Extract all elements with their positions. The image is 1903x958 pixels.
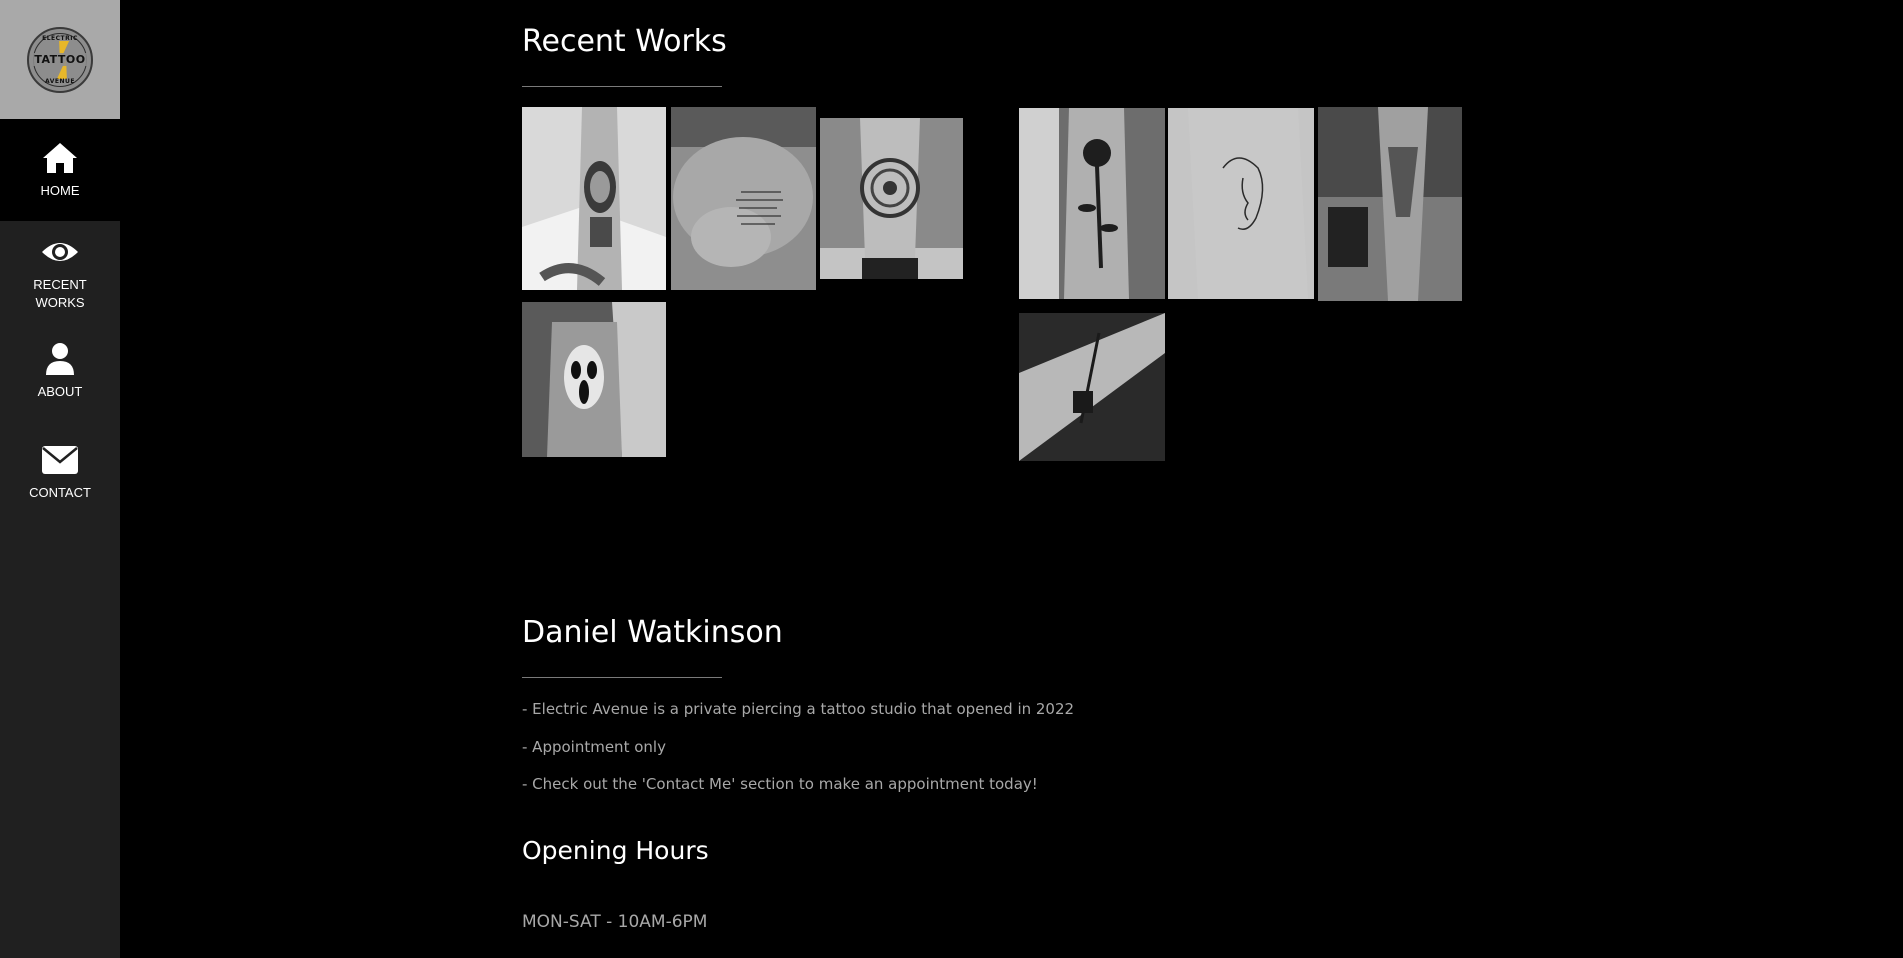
title-divider	[522, 86, 722, 87]
mandala-tattoo-photo	[820, 118, 963, 279]
opening-hours-title: Opening Hours	[522, 836, 709, 865]
envelope-icon	[42, 446, 78, 474]
chest-script-tattoo-photo	[671, 107, 816, 290]
nav-label-contact: CONTACT	[29, 485, 91, 500]
rose-tattoo-photo	[1019, 108, 1165, 299]
nav-item-about[interactable]: ABOUT	[0, 321, 120, 421]
logo-top-text: ELECTRIC	[42, 34, 78, 42]
ghostface-tattoo-photo	[522, 302, 666, 457]
user-icon	[46, 343, 74, 375]
nav-label-recent-works: RECENT WORKS	[33, 277, 87, 310]
nav-item-home[interactable]: HOME	[0, 119, 120, 221]
dotwork-tattoo-photo	[1318, 107, 1462, 301]
about-title: Daniel Watkinson	[522, 615, 783, 650]
nav-item-contact[interactable]: CONTACT	[0, 421, 120, 523]
about-line-studio: - Electric Avenue is a private piercing …	[522, 700, 1075, 718]
gallery-image-mandala[interactable]	[820, 118, 963, 279]
about-divider	[522, 677, 722, 678]
sidebar: ELECTRIC TATTOO AVENUE HOME RECENT WORKS…	[0, 0, 120, 958]
eye-icon	[42, 243, 78, 261]
nav-item-recent-works[interactable]: RECENT WORKS	[0, 221, 120, 321]
gallery-image-buddha[interactable]	[522, 107, 666, 290]
studio-logo: ELECTRIC TATTOO AVENUE	[27, 26, 93, 93]
gallery-image-ghostface[interactable]	[522, 302, 666, 457]
gallery-image-dagger[interactable]	[1019, 313, 1165, 461]
about-line-contact-cta: - Check out the 'Contact Me' section to …	[522, 775, 1038, 793]
nav-label-home: HOME	[40, 183, 80, 198]
about-line-appointment: - Appointment only	[522, 738, 666, 756]
gallery-image-dotwork[interactable]	[1318, 107, 1462, 301]
gallery-image-rose[interactable]	[1019, 108, 1165, 299]
dagger-tattoo-photo	[1019, 313, 1165, 461]
line-face-tattoo-photo	[1168, 108, 1314, 299]
recent-works-title: Recent Works	[522, 24, 727, 59]
nav-label-about: ABOUT	[37, 384, 83, 399]
gallery-image-line-face[interactable]	[1168, 108, 1314, 299]
opening-hours-text: MON-SAT - 10AM-6PM	[522, 912, 708, 932]
gallery-image-chest-script[interactable]	[671, 107, 816, 290]
logo-main-text: TATTOO	[33, 53, 87, 66]
buddha-tattoo-photo	[522, 107, 666, 290]
home-icon	[43, 143, 77, 173]
logo-box[interactable]: ELECTRIC TATTOO AVENUE	[0, 0, 120, 119]
logo-bottom-text: AVENUE	[45, 77, 75, 85]
